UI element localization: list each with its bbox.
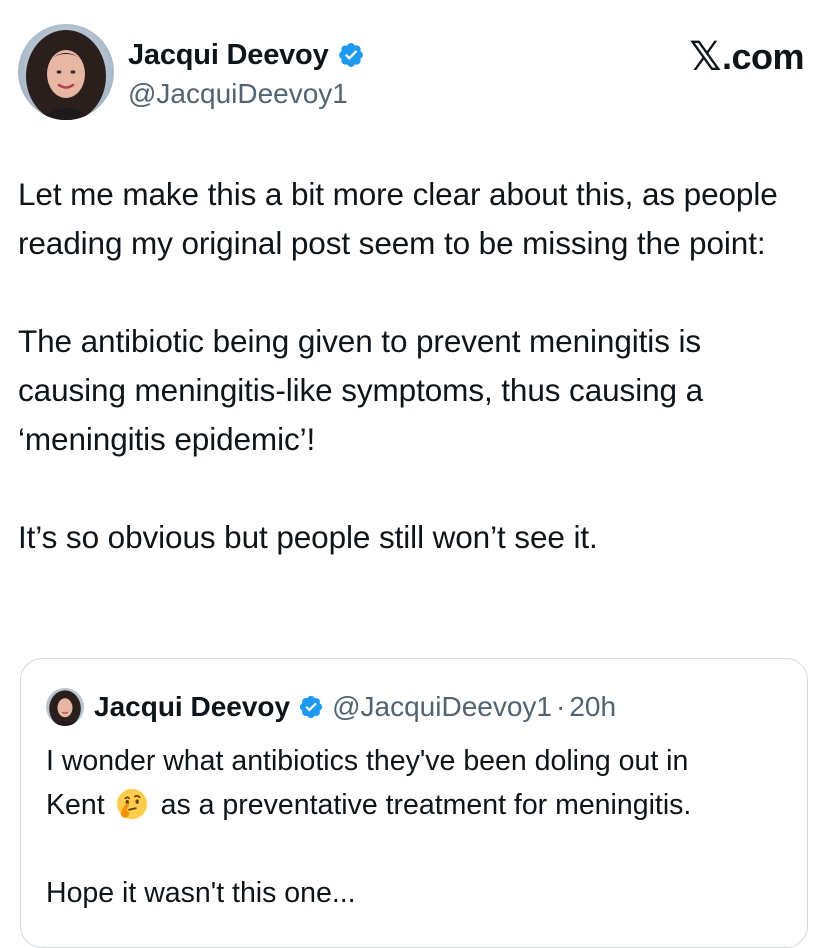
quoted-text-segment: as a preventative treatment for meningit… [160, 789, 692, 821]
author-handle[interactable]: @JacquiDeevoy1 [128, 78, 365, 110]
quoted-text-segment: Kent [46, 789, 105, 821]
quoted-text-line: Hope it wasn't this one... [46, 877, 356, 909]
tweet-paragraph: Let me make this a bit more clear about … [18, 176, 778, 261]
thinking-face-emoji-icon [115, 787, 149, 821]
tweet-header: Jacqui Deevoy @JacquiDeevoy1 𝕏 .com [18, 24, 808, 124]
quoted-tweet-text: I wonder what antibiotics they've been d… [46, 739, 796, 915]
quoted-author-handle[interactable]: @JacquiDeevoy1 [332, 691, 552, 723]
quoted-tweet-card[interactable]: Jacqui Deevoy @JacquiDeevoy1 · 20h I won… [20, 658, 808, 948]
tweet-paragraph: It’s so obvious but people still won’t s… [18, 519, 598, 555]
author-name[interactable]: Jacqui Deevoy [128, 39, 329, 72]
x-logo-suffix: .com [721, 36, 805, 77]
author-avatar[interactable] [18, 24, 114, 120]
separator-dot: · [555, 691, 566, 722]
x-logo-glyph: 𝕏 [689, 34, 721, 80]
quoted-text-line: Kent as a preventative treatment for men… [46, 783, 796, 827]
quoted-author-avatar[interactable] [46, 688, 84, 726]
tweet-text: Let me make this a bit more clear about … [18, 170, 808, 562]
quoted-tweet-time[interactable]: 20h [569, 691, 616, 723]
verified-badge-icon[interactable] [298, 694, 324, 720]
quoted-author-name[interactable]: Jacqui Deevoy [94, 691, 290, 723]
x-logo: 𝕏 .com [689, 34, 804, 80]
tweet-paragraph: The antibiotic being given to prevent me… [18, 323, 704, 457]
quoted-text-line: I wonder what antibiotics they've been d… [46, 745, 689, 777]
author-info: Jacqui Deevoy @JacquiDeevoy1 [128, 36, 365, 110]
quoted-tweet-header: Jacqui Deevoy @JacquiDeevoy1 · 20h [46, 687, 616, 727]
verified-badge-icon[interactable] [337, 41, 365, 69]
